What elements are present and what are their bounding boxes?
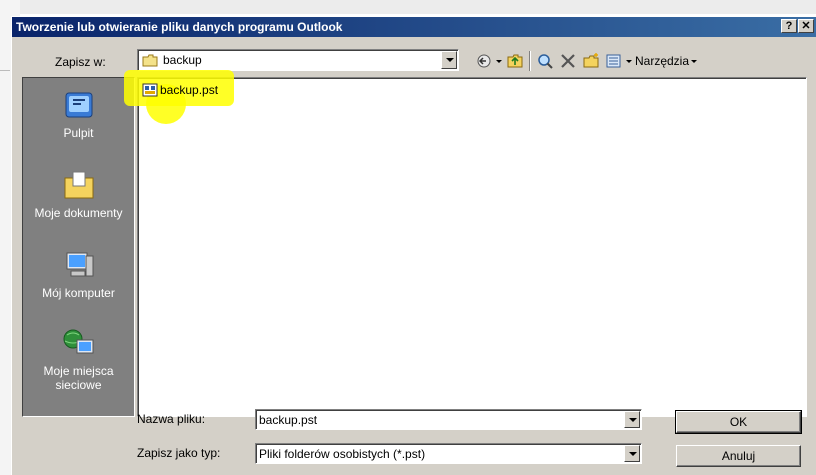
place-desktop[interactable]: Pulpit <box>23 90 134 140</box>
toolbar-separator <box>529 51 530 71</box>
back-icon[interactable] <box>475 52 493 70</box>
help-button[interactable]: ? <box>781 19 797 33</box>
place-label: Pulpit <box>63 126 94 140</box>
desktop-icon <box>65 92 92 118</box>
place-my-computer[interactable]: Mój komputer <box>23 250 134 300</box>
new-folder-icon[interactable] <box>582 52 600 70</box>
views-icon[interactable] <box>605 52 623 70</box>
close-button[interactable]: ✕ <box>798 19 814 33</box>
place-label: Mój komputer <box>42 286 115 300</box>
file-list[interactable]: backup.pst <box>124 70 807 417</box>
filename-label: Nazwa pliku: <box>137 412 206 426</box>
filetype-dropdown-button[interactable] <box>624 445 640 462</box>
place-my-documents[interactable]: Moje dokumenty <box>23 170 134 220</box>
network-places-icon <box>63 329 93 354</box>
pst-file-icon <box>142 83 158 97</box>
filetype-label: Zapisz jako typ: <box>137 446 221 460</box>
folder-icon <box>142 54 158 67</box>
delete-icon[interactable] <box>559 52 577 70</box>
up-folder-icon[interactable] <box>506 52 524 70</box>
filename-combo[interactable]: backup.pst <box>255 409 642 430</box>
tools-dropdown-icon[interactable] <box>691 60 697 63</box>
location-combo[interactable]: backup <box>137 49 459 71</box>
place-label: Moje dokumenty <box>34 206 123 220</box>
cancel-button[interactable]: Anuluj <box>676 445 801 467</box>
location-label: Zapisz w: <box>55 55 106 69</box>
save-dialog: Tworzenie lub otwieranie pliku danych pr… <box>11 16 816 475</box>
title-bar[interactable]: Tworzenie lub otwieranie pliku danych pr… <box>12 17 816 37</box>
back-dropdown-icon[interactable] <box>496 60 502 63</box>
place-label: Moje miejsca sieciowe <box>43 364 114 392</box>
location-value: backup <box>163 53 202 67</box>
search-web-icon[interactable] <box>536 52 554 70</box>
dialog-title: Tworzenie lub otwieranie pliku danych pr… <box>16 20 343 34</box>
my-documents-icon <box>64 171 93 199</box>
location-dropdown-button[interactable] <box>441 51 457 69</box>
filetype-combo[interactable]: Pliki folderów osobistych (*.pst) <box>255 443 642 464</box>
tools-menu[interactable]: Narzędzia <box>635 54 689 68</box>
places-bar: Pulpit Moje dokumenty Mój komputer Moje … <box>22 77 135 417</box>
filename-dropdown-button[interactable] <box>624 411 640 428</box>
file-name: backup.pst <box>160 83 219 97</box>
my-computer-icon <box>66 252 93 277</box>
filetype-value: Pliki folderów osobistych (*.pst) <box>259 447 426 461</box>
background-divider <box>0 70 10 71</box>
background-window-top <box>0 0 816 14</box>
views-dropdown-icon[interactable] <box>626 60 632 63</box>
ok-button[interactable]: OK <box>675 410 802 434</box>
place-network[interactable]: Moje miejsca sieciowe <box>23 328 134 392</box>
filename-value[interactable]: backup.pst <box>259 413 317 427</box>
